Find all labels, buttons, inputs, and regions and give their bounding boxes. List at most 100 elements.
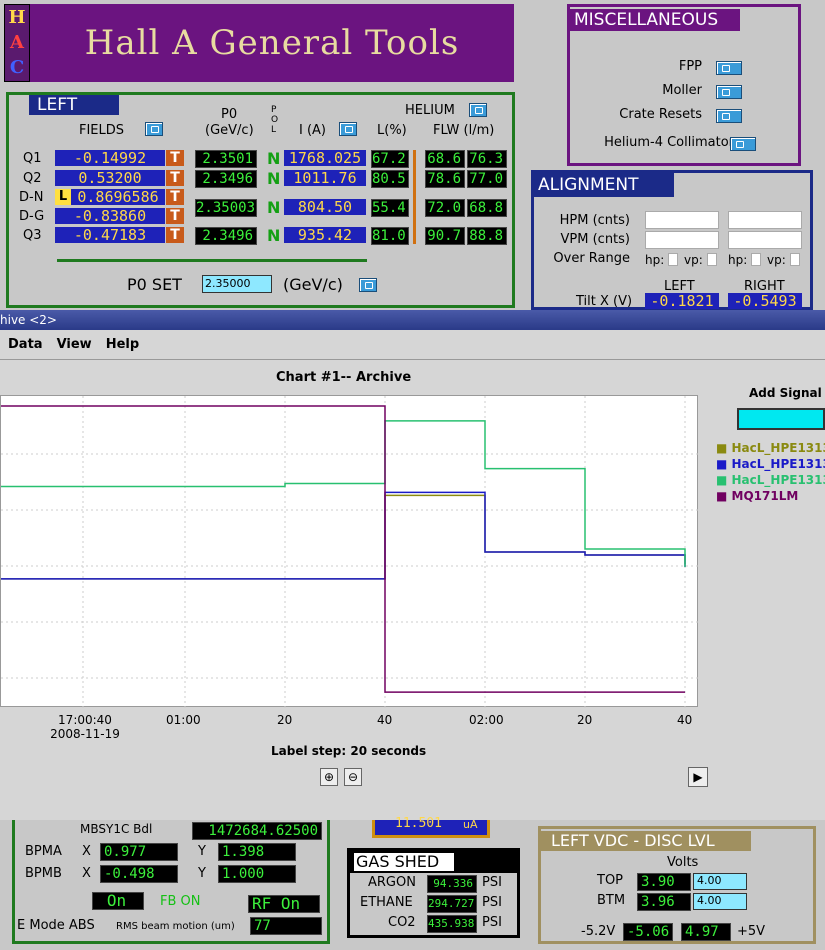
gas-value: 294.727 <box>427 895 477 913</box>
hpm-left-field <box>645 211 719 229</box>
t-badge[interactable]: T <box>166 189 184 205</box>
chart-title: Chart #1-- Archive <box>276 370 412 385</box>
menu-view[interactable]: View <box>57 337 92 352</box>
volts-label: Volts <box>667 855 699 870</box>
rms-value: 77 <box>250 917 322 935</box>
level-header: L(%) <box>377 123 407 138</box>
hac-logo: H A C <box>4 4 30 82</box>
window-titlebar[interactable]: hive <2> <box>0 310 825 330</box>
vpm-left-field <box>645 231 719 249</box>
moller-button[interactable] <box>716 85 742 99</box>
gas-shed-panel: GAS SHED ARGON 94.336 PSI ETHANE 294.727… <box>347 848 520 938</box>
p0-value: 2.35003 <box>195 199 257 217</box>
hp-label: hp: <box>728 253 748 267</box>
field-value: -0.47183 <box>55 227 165 243</box>
flow2-value: 77.0 <box>467 170 507 188</box>
flow1-value: 68.6 <box>425 150 465 168</box>
menu-help[interactable]: Help <box>106 337 139 352</box>
t-badge[interactable]: T <box>166 150 184 166</box>
plot-area[interactable] <box>0 395 699 708</box>
p0-value: 2.3496 <box>195 227 257 245</box>
beam-current-box: 11.501 uA <box>372 816 490 838</box>
misc-item-crate-resets: Crate Resets <box>619 107 702 122</box>
legend: ■ HacL_HPE1313A ■ HacL_HPE1313A ■ HacL_H… <box>716 440 825 504</box>
legend-label: MQ171LM <box>731 489 799 503</box>
alignment-panel: ALIGNMENT HPM (cnts) VPM (cnts) Over Ran… <box>531 170 813 310</box>
p0-value: 2.3501 <box>195 150 257 168</box>
btm-value: 3.96 <box>637 893 691 911</box>
mbsy-value: 1472684.62500 <box>192 822 322 840</box>
fb-label: FB ON <box>160 894 201 909</box>
gas-value: 94.336 <box>427 875 477 893</box>
vpm-right-field <box>728 231 802 249</box>
mbsy-label: MBSY1C Bdl <box>80 822 153 836</box>
chart-svg <box>1 396 699 708</box>
beam-current-unit: uA <box>463 818 478 831</box>
legend-label: HacL_HPE1313A <box>731 473 825 487</box>
current-value: 1768.025 <box>284 150 366 166</box>
t-badge[interactable]: T <box>166 227 184 243</box>
crate-resets-button[interactable] <box>716 109 742 123</box>
emode-label: E Mode ABS <box>17 918 95 933</box>
field-value: -0.83860 <box>55 208 165 224</box>
top-label: TOP <box>597 873 624 888</box>
hac-letter-a: A <box>10 32 24 53</box>
pol-header: P O L <box>271 105 279 135</box>
fpp-button[interactable] <box>716 61 742 75</box>
t-badge[interactable]: T <box>166 170 184 186</box>
xtick-label: 17:00:40 2008-11-19 <box>50 713 120 741</box>
xtick-label: 40 <box>377 713 393 727</box>
legend-item[interactable]: ■ HacL_HPE1313A <box>716 440 825 456</box>
vp-right-indicator <box>790 253 800 266</box>
btm-setpoint-input[interactable]: 4.00 <box>693 893 747 910</box>
p0-header: P0 <box>221 107 238 122</box>
helium-button[interactable] <box>469 103 487 117</box>
legend-item[interactable]: ■ HacL_HPE1313A <box>716 472 825 488</box>
l-badge[interactable]: L <box>55 189 71 205</box>
play-button[interactable]: ▶ <box>688 767 708 787</box>
vpm-label: VPM (cnts) <box>560 232 630 247</box>
pol-indicator: N <box>267 198 281 217</box>
gas-name: ARGON <box>368 875 416 890</box>
bpma-label: BPMA <box>25 844 62 859</box>
green-divider <box>57 259 367 262</box>
zoom-in-button[interactable]: ⊕ <box>320 768 338 786</box>
tilt-left-value: -0.1821 <box>645 293 719 309</box>
rf-on-indicator: RF On <box>248 895 320 913</box>
archive-window: hive <2> Data View Help Chart #1-- Archi… <box>0 310 825 820</box>
bpma-y-value: 1.398 <box>218 843 296 861</box>
signal-input[interactable] <box>737 408 825 430</box>
fields-button[interactable] <box>145 122 163 136</box>
p0-set-input[interactable]: 2.35000 <box>202 275 272 293</box>
series-line <box>1 420 686 567</box>
fields-label: FIELDS <box>79 123 125 138</box>
field-value: 0.8696586 <box>71 189 165 205</box>
add-signal-label: Add Signal <box>749 386 822 400</box>
legend-item[interactable]: ■ MQ171LM <box>716 488 825 504</box>
window-title: hive <2> <box>0 313 57 327</box>
helium-divider <box>413 150 416 244</box>
menu-data[interactable]: Data <box>8 337 43 352</box>
p0-set-button[interactable] <box>359 278 377 292</box>
gas-shed-header: GAS SHED <box>354 853 454 871</box>
vp-left-indicator <box>707 253 717 266</box>
gas-unit: PSI <box>482 875 502 890</box>
neg-supply-label: -5.2V <box>581 924 616 939</box>
xtick-label: 20 <box>577 713 593 727</box>
top-setpoint-input[interactable]: 4.00 <box>693 873 747 890</box>
zoom-out-button[interactable]: ⊖ <box>344 768 362 786</box>
hp-left-indicator <box>668 253 678 266</box>
collimator-button[interactable] <box>730 137 756 151</box>
t-badge[interactable]: T <box>166 208 184 224</box>
flow2-value: 76.3 <box>467 150 507 168</box>
btm-label: BTM <box>597 893 626 908</box>
current-button[interactable] <box>339 122 357 136</box>
p0-unit-header: (GeV/c) <box>205 123 254 138</box>
xtick-label: 02:00 <box>469 713 504 727</box>
legend-item[interactable]: ■ HacL_HPE1313A <box>716 456 825 472</box>
bpma-x-value: 0.977 <box>100 843 178 861</box>
level-value: 81.0 <box>371 227 409 245</box>
legend-label: HacL_HPE1313A <box>731 441 825 455</box>
misc-header: MISCELLANEOUS <box>570 9 740 31</box>
misc-item-fpp: FPP <box>678 59 702 74</box>
